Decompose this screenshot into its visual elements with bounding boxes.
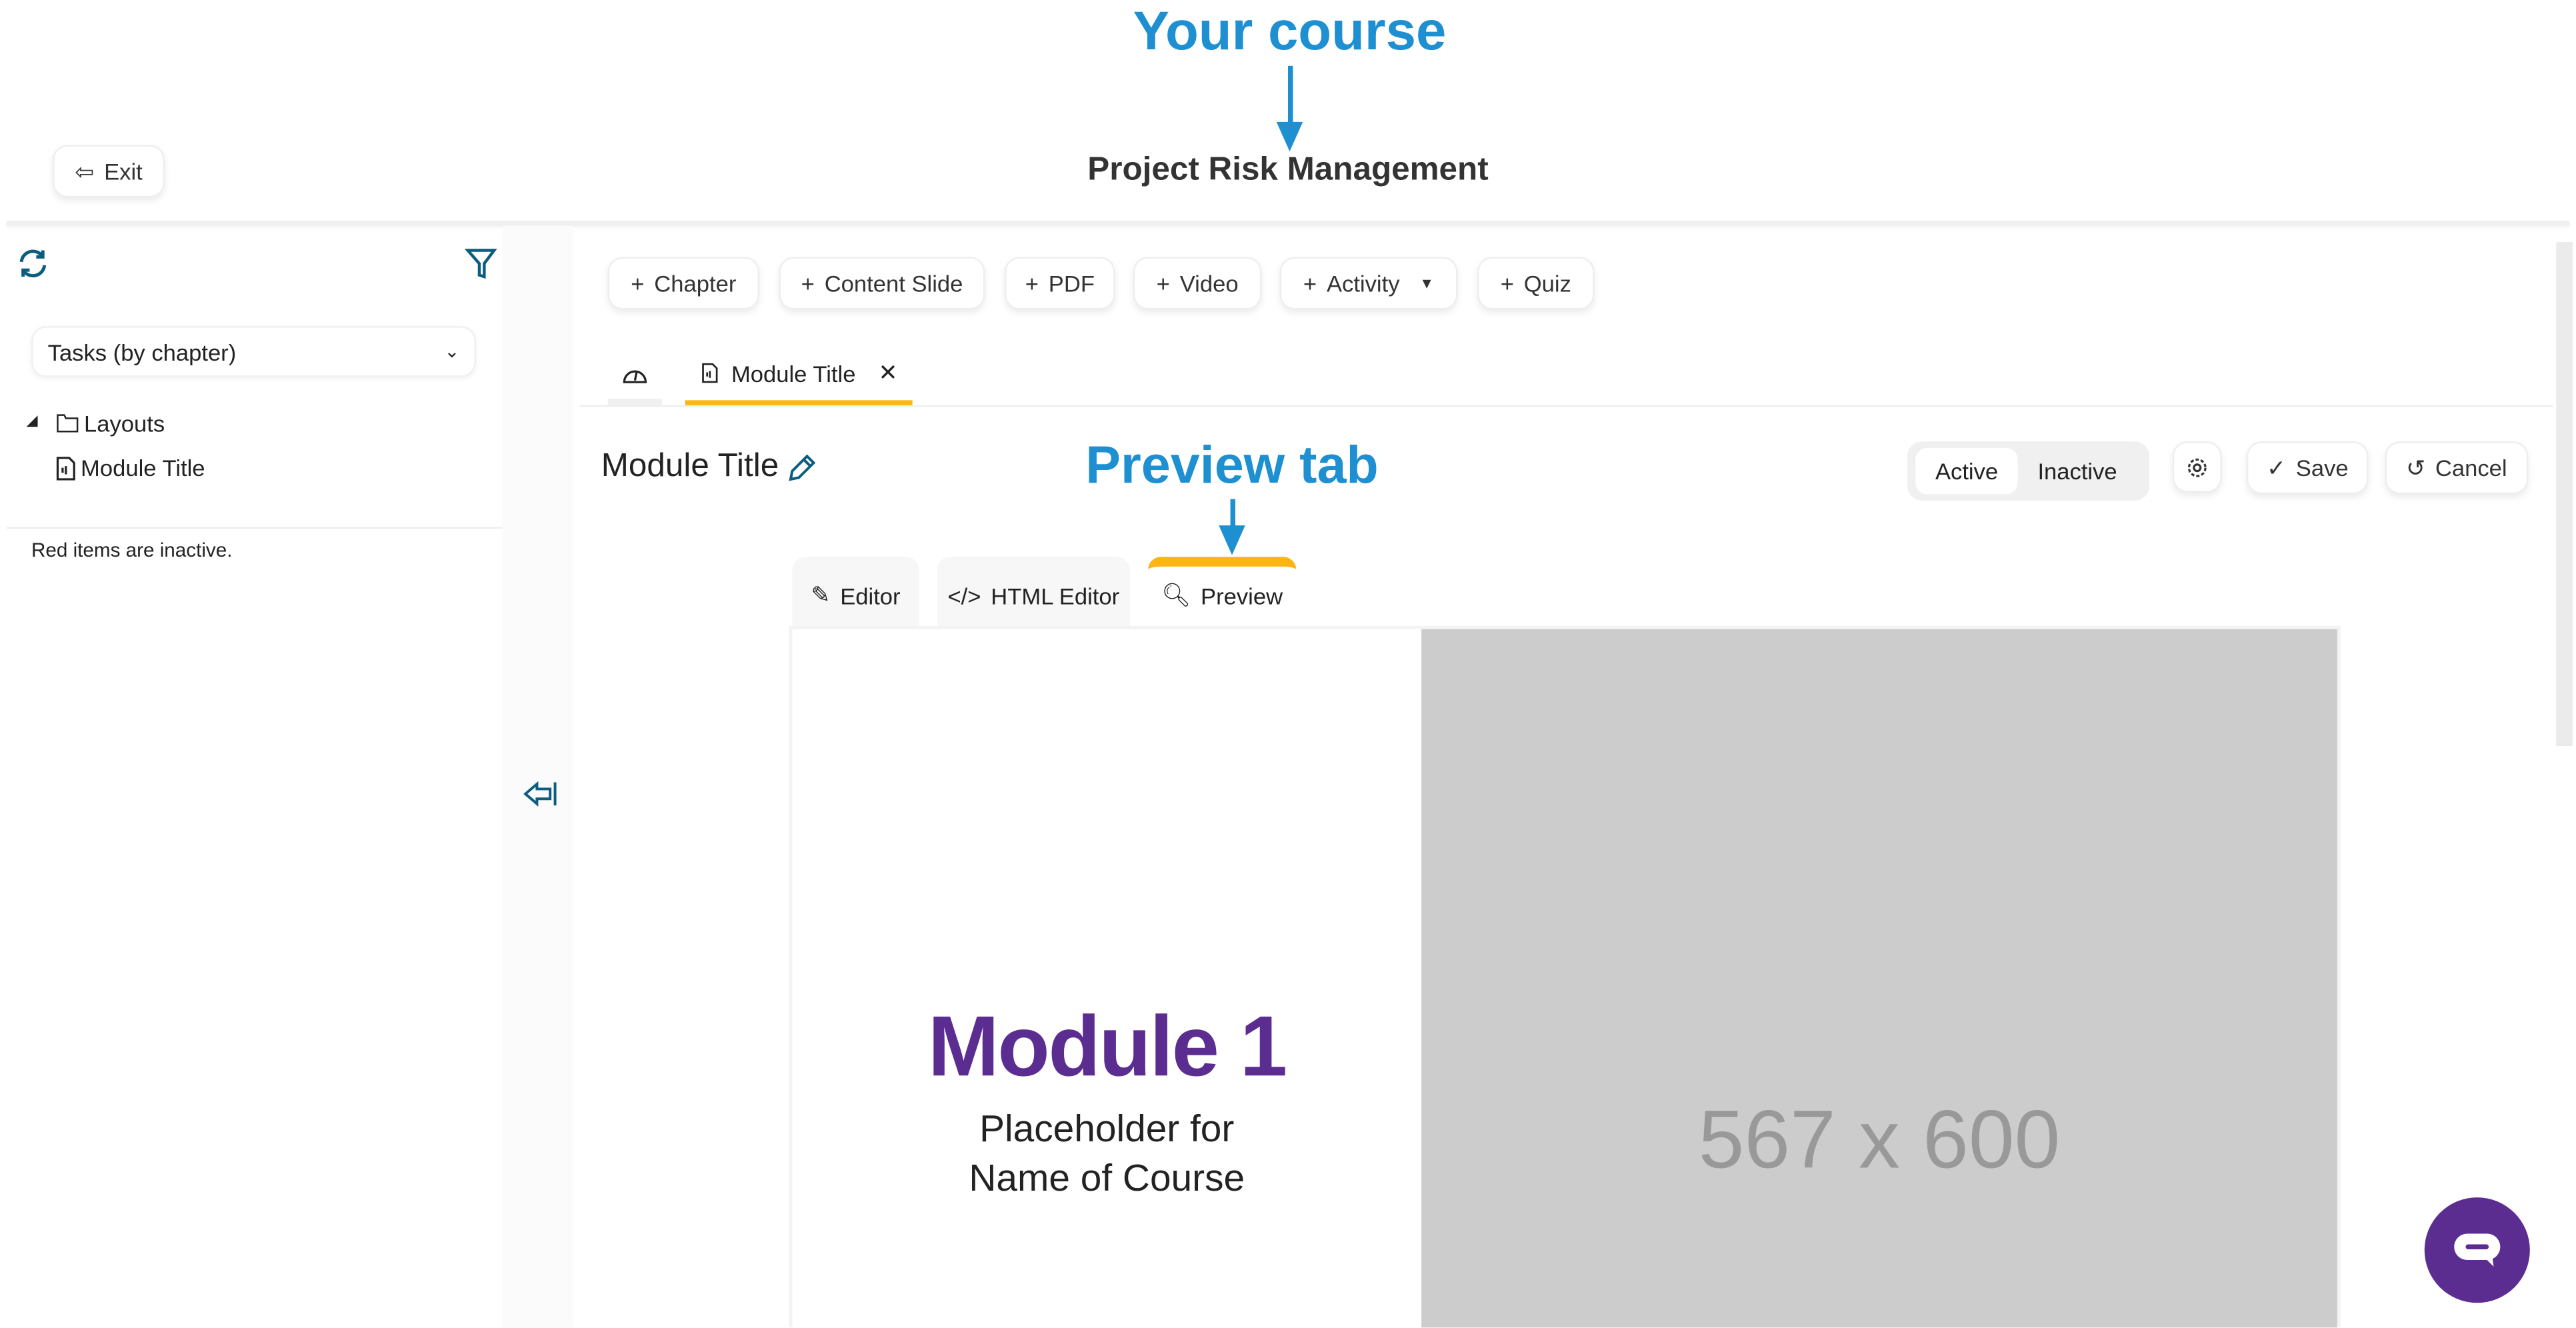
tree-item-label: Module Title <box>81 454 205 481</box>
status-active[interactable]: Active <box>1915 448 2018 495</box>
tab-editor[interactable]: ✎ Editor <box>792 557 919 626</box>
scrollbar[interactable] <box>2556 242 2573 747</box>
collapse-sidebar-icon[interactable] <box>522 777 558 810</box>
tab-dashboard[interactable] <box>607 353 663 405</box>
gear-icon <box>2187 457 2207 477</box>
add-content-slide-button[interactable]: + Content Slide <box>779 257 985 310</box>
status-inactive[interactable]: Inactive <box>2018 448 2137 494</box>
header-divider <box>6 221 2570 226</box>
close-icon[interactable]: ✕ <box>878 359 897 387</box>
tabs-divider <box>579 405 2553 407</box>
chat-icon <box>2454 1233 2501 1267</box>
sidebar-gutter <box>502 225 573 1328</box>
preview-text-panel: Module 1 Placeholder for Name of Course <box>792 629 1422 1328</box>
tree-collapse-icon[interactable]: ◢ <box>27 412 38 430</box>
add-pdf-button[interactable]: + PDF <box>1005 257 1115 310</box>
file-audio-icon <box>702 363 718 383</box>
caret-down-icon: ▼ <box>1419 275 1435 292</box>
select-value: Tasks (by chapter) <box>47 338 237 365</box>
status-toggle[interactable]: Active Inactive <box>1907 441 2150 501</box>
chat-button[interactable] <box>2424 1197 2530 1303</box>
tab-module-title[interactable]: Module Title ✕ <box>685 353 913 407</box>
annotation-your-course: Your course <box>1133 0 1447 61</box>
file-search-icon: 🔍︎ <box>1161 581 1191 608</box>
undo-icon: ↺ <box>2406 453 2426 481</box>
course-title: Project Risk Management <box>1087 151 1489 188</box>
preview-frame: Module 1 Placeholder for Name of Course … <box>789 625 2341 1328</box>
annotation-preview-tab: Preview tab <box>1085 435 1379 495</box>
preview-line-1: Placeholder for <box>979 1107 1235 1150</box>
gauge-icon <box>623 370 647 383</box>
add-chapter-button[interactable]: + Chapter <box>607 257 759 310</box>
sidebar-note: Red items are inactive. <box>31 538 233 562</box>
cancel-button[interactable]: ↺ Cancel <box>2385 441 2529 495</box>
task-view-select[interactable]: Tasks (by chapter) ⌄ <box>31 326 477 377</box>
tree-item-layouts[interactable]: Layouts <box>56 410 165 437</box>
folder-icon <box>57 414 79 433</box>
chevron-down-icon: ⌄ <box>444 342 460 363</box>
add-quiz-button[interactable]: + Quiz <box>1477 257 1595 310</box>
annotation-arrow <box>1276 65 1303 152</box>
annotation-arrow <box>1219 499 1245 555</box>
tree-item-label: Layouts <box>84 410 165 437</box>
refresh-icon[interactable] <box>17 247 49 280</box>
page-title: Module Title <box>601 448 819 486</box>
tab-label: Module Title <box>731 359 856 387</box>
add-activity-button[interactable]: + Activity ▼ <box>1279 257 1458 310</box>
tab-html-editor[interactable]: </> HTML Editor <box>937 557 1130 626</box>
edit-icon: ✎ <box>811 581 831 608</box>
preview-line-2: Name of Course <box>969 1156 1245 1199</box>
settings-button[interactable] <box>2172 441 2222 493</box>
tree-item-module-title[interactable]: Module Title <box>56 455 205 481</box>
pencil-icon[interactable] <box>785 451 818 483</box>
check-icon: ✓ <box>2266 453 2286 481</box>
image-placeholder: 567 x 600 <box>1421 629 2337 1328</box>
filter-icon[interactable] <box>464 247 497 280</box>
file-audio-icon <box>56 455 75 480</box>
preview-heading: Module 1 <box>927 999 1287 1095</box>
save-button[interactable]: ✓ Save <box>2246 441 2369 495</box>
sidebar-divider <box>6 527 503 529</box>
add-video-button[interactable]: + Video <box>1133 257 1262 310</box>
code-icon: </> <box>947 583 981 610</box>
tab-preview[interactable]: 🔍︎ Preview <box>1148 557 1297 626</box>
